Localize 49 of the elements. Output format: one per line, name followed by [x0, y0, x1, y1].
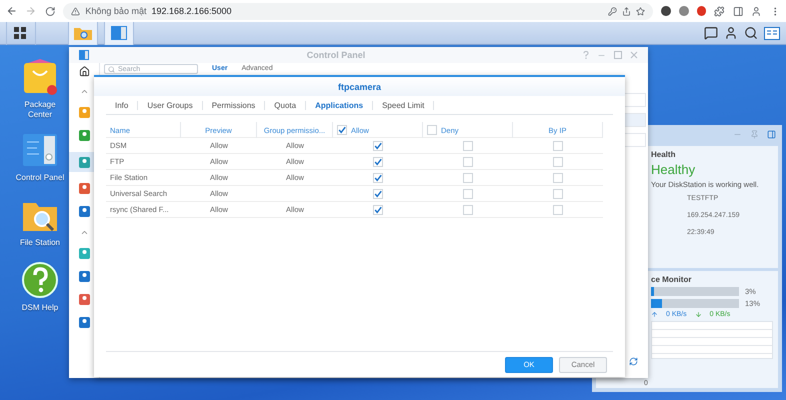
home-icon[interactable]	[78, 66, 90, 77]
folder-icon	[74, 26, 92, 40]
search-icon[interactable]	[744, 26, 758, 40]
widgets-icon[interactable]	[764, 26, 780, 40]
help-icon[interactable]	[20, 260, 60, 300]
address-bar[interactable]: Không bảo mật 192.168.2.166:5000	[63, 2, 654, 20]
icon-label[interactable]: DSM Help	[22, 303, 58, 313]
key-icon[interactable]	[608, 6, 618, 16]
tab[interactable]: Info	[106, 100, 138, 110]
collapse-icon[interactable]	[80, 87, 88, 96]
health-status: Healthy	[651, 162, 696, 177]
checkbox[interactable]	[373, 172, 383, 182]
arrow-down-icon	[694, 311, 702, 318]
chat-icon[interactable]	[704, 26, 718, 40]
main-menu-button[interactable]	[6, 22, 36, 44]
side-panel-icon[interactable]	[732, 6, 744, 16]
widget-heading: Health	[651, 150, 676, 159]
collapse-icon[interactable]	[80, 228, 88, 237]
star-icon[interactable]	[636, 6, 646, 16]
back-icon[interactable]	[6, 5, 18, 17]
reload-icon[interactable]	[44, 6, 56, 16]
icon-label[interactable]: File Station	[20, 238, 60, 248]
checkbox[interactable]	[337, 125, 347, 135]
puzzle-icon[interactable]	[714, 6, 725, 16]
app-icon	[79, 50, 89, 60]
tab[interactable]: Speed Limit	[373, 100, 434, 110]
panel-icon[interactable]	[767, 130, 776, 138]
tab[interactable]: Permissions	[202, 100, 266, 110]
window-title: Control Panel	[306, 50, 366, 60]
warning-icon	[71, 6, 80, 16]
refresh-icon[interactable]	[629, 357, 638, 366]
checkbox[interactable]	[373, 156, 383, 166]
checkbox[interactable]	[373, 204, 383, 214]
tab[interactable]: Applications	[306, 100, 374, 110]
grid-icon	[14, 27, 28, 39]
icon-label[interactable]: Control Panel	[16, 173, 64, 183]
arrow-up-icon	[651, 311, 658, 318]
checkbox[interactable]	[373, 140, 383, 150]
checkbox[interactable]	[373, 188, 383, 198]
profile-icon[interactable]	[751, 6, 762, 16]
panel-icon	[111, 26, 127, 40]
file-station-button[interactable]	[68, 22, 98, 44]
widget-heading: ce Monitor	[651, 275, 692, 284]
icon-label[interactable]: Package Center	[12, 100, 68, 120]
tab[interactable]: User Groups	[138, 100, 203, 110]
tab[interactable]: Quota	[265, 100, 306, 110]
control-panel-button[interactable]	[104, 22, 134, 44]
dialog-title: ftpcamera	[94, 77, 625, 96]
search-icon	[108, 66, 115, 72]
